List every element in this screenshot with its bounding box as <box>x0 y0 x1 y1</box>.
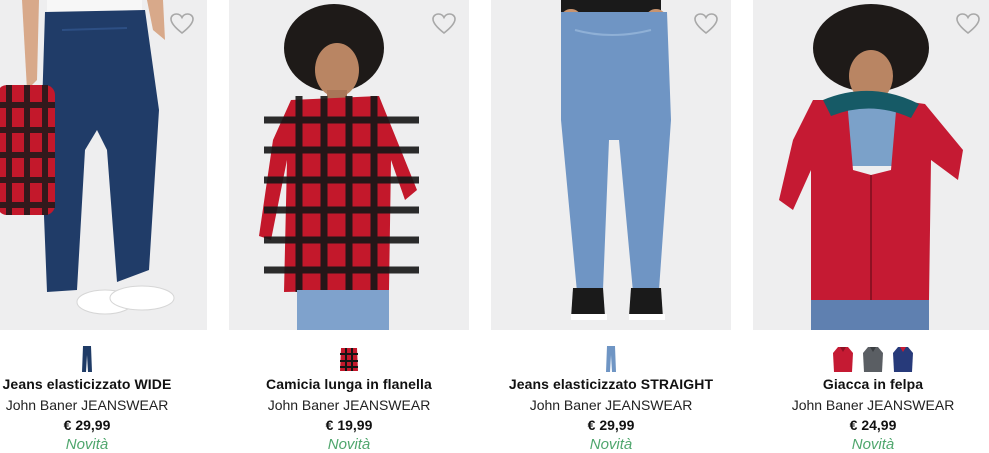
swatch-red-plaid[interactable] <box>338 345 360 373</box>
product-image[interactable] <box>491 0 731 330</box>
wishlist-heart-icon[interactable] <box>693 12 719 36</box>
product-name[interactable]: Giacca in felpa <box>753 376 989 392</box>
swatch-navy[interactable] <box>892 345 914 373</box>
wishlist-heart-icon[interactable] <box>955 12 981 36</box>
color-swatches <box>753 345 989 373</box>
product-card-jeans-wide[interactable]: Jeans elasticizzato WIDE John Baner JEAN… <box>0 0 207 453</box>
new-badge: Novità <box>589 436 633 453</box>
product-card-flannel-shirt[interactable]: Camicia lunga in flanella John Baner JEA… <box>229 0 469 453</box>
product-name[interactable]: Camicia lunga in flanella <box>229 376 469 392</box>
product-image[interactable] <box>0 0 207 330</box>
new-badge: Novità <box>327 436 371 453</box>
product-name[interactable]: Jeans elasticizzato WIDE <box>0 376 207 392</box>
product-card-jeans-straight[interactable]: Jeans elasticizzato STRAIGHT John Baner … <box>491 0 731 453</box>
product-price: € 24,99 <box>849 417 897 433</box>
color-swatches <box>0 345 207 373</box>
product-price: € 29,99 <box>587 417 635 433</box>
product-brand: John Baner JEANSWEAR <box>529 397 693 413</box>
swatch-grey[interactable] <box>862 345 884 373</box>
product-brand: John Baner JEANSWEAR <box>267 397 431 413</box>
wishlist-heart-icon[interactable] <box>169 12 195 36</box>
product-image[interactable] <box>753 0 989 330</box>
product-price: € 19,99 <box>325 417 373 433</box>
swatch-red[interactable] <box>832 345 854 373</box>
color-swatches <box>491 345 731 373</box>
product-name[interactable]: Jeans elasticizzato STRAIGHT <box>491 376 731 392</box>
product-price: € 29,99 <box>63 417 111 433</box>
new-badge: Novità <box>851 436 895 453</box>
new-badge: Novità <box>65 436 109 453</box>
product-image[interactable] <box>229 0 469 330</box>
product-card-sweat-jacket[interactable]: Giacca in felpa John Baner JEANSWEAR € 2… <box>753 0 989 453</box>
product-brand: John Baner JEANSWEAR <box>791 397 955 413</box>
swatch-dark-denim[interactable] <box>76 345 98 373</box>
wishlist-heart-icon[interactable] <box>431 12 457 36</box>
product-brand: John Baner JEANSWEAR <box>5 397 169 413</box>
swatch-light-denim[interactable] <box>600 345 622 373</box>
color-swatches <box>229 345 469 373</box>
